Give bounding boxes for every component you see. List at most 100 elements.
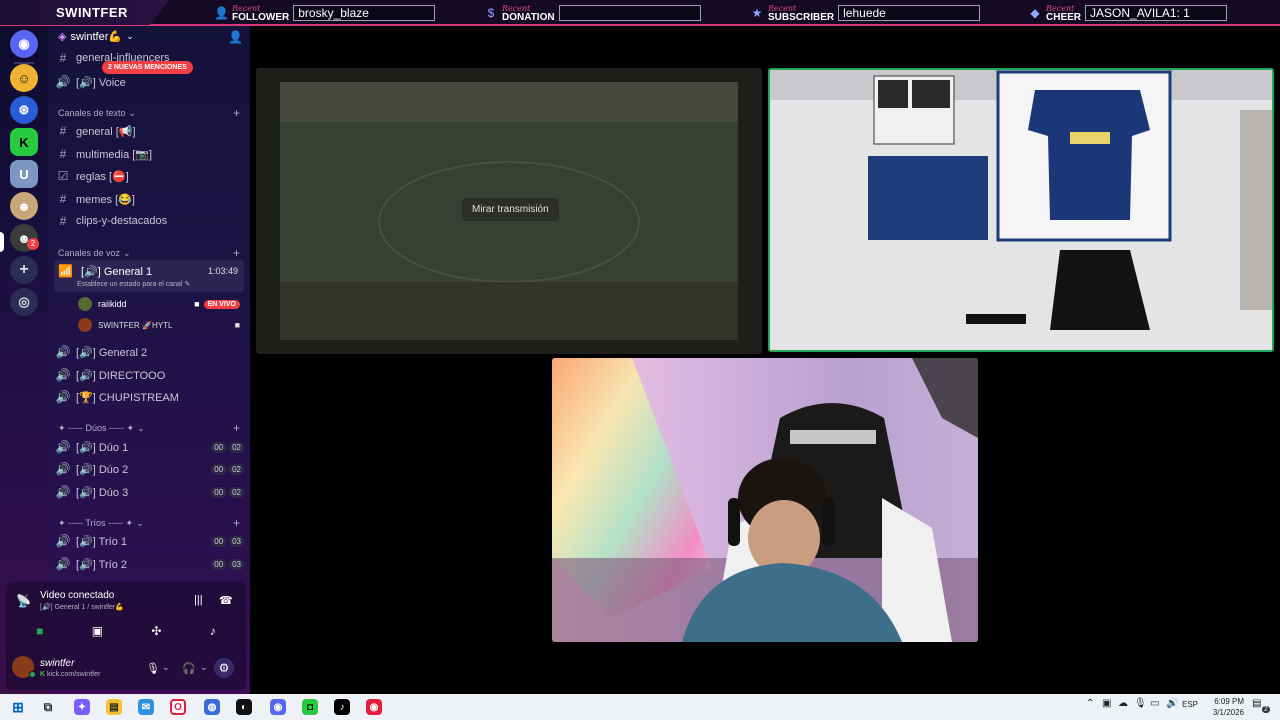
channel-general[interactable]: # general [📢] xyxy=(54,121,244,141)
channel-directooo[interactable]: 🔊 [🔊] DIRECTOOO xyxy=(54,365,244,385)
screen-share-button[interactable]: ▣ xyxy=(92,624,103,638)
channel-voice[interactable]: 🔊 [🔊] Voice xyxy=(54,72,244,92)
add-server-icon[interactable]: + xyxy=(10,256,38,284)
server-icon-ud[interactable]: U xyxy=(10,160,38,188)
channel-memes[interactable]: # memes [😂] xyxy=(54,189,244,209)
server-header[interactable]: ◈ swintfer💪 ⌄ xyxy=(58,30,134,43)
microphone-icon[interactable]: 🎙 xyxy=(1134,698,1147,709)
chevron-down-icon: ⌄ xyxy=(123,247,131,258)
category-duos[interactable]: ✦ ----- Dúos ----- ✦ ⌄ + xyxy=(58,421,244,435)
channel-label: [🔊] Trío 2 xyxy=(76,558,127,571)
active-voice-name: [🔊] General 1 xyxy=(80,265,153,278)
clock[interactable]: 6:09 PM 3/1/2026 xyxy=(1204,696,1244,718)
voice-connection-status[interactable]: Video conectado xyxy=(40,590,114,601)
server-icon-emoji[interactable]: ☺ xyxy=(10,64,38,92)
network-icon[interactable]: ▭ xyxy=(1150,698,1159,709)
overlay-cheer: ◆ Recent CHEER JASON_AVILA1: 1 xyxy=(1028,2,1228,24)
category-text-channels[interactable]: Canales de texto ⌄ + xyxy=(58,106,244,120)
app-icon[interactable]: ◉ xyxy=(366,699,382,715)
user-limit-badge: 00 02 xyxy=(211,441,244,453)
invite-user-icon[interactable]: 👤 xyxy=(228,30,243,44)
stream-tile[interactable]: Mirar transmisión xyxy=(256,68,762,354)
channel-label: [🔊] Trío 1 xyxy=(76,535,127,548)
windows-start-icon[interactable]: ⊞ xyxy=(10,699,26,715)
add-channel-icon[interactable]: + xyxy=(233,421,240,435)
chevron-down-icon[interactable]: ⌄ xyxy=(200,662,208,673)
headphones-icon[interactable]: 🎧 xyxy=(182,662,196,675)
hash-icon: # xyxy=(59,124,67,138)
noise-suppression-icon[interactable]: ||| xyxy=(194,594,203,606)
username[interactable]: swintfer xyxy=(40,658,74,669)
overlay-follower: 👤 Recent FOLLOWER brosky_blaze xyxy=(214,2,436,24)
webcam-image xyxy=(552,358,978,642)
discord-icon[interactable]: ◉ xyxy=(270,699,286,715)
channel-label: reglas [⛔] xyxy=(76,170,129,183)
channel-reglas[interactable]: ☑ reglas [⛔] xyxy=(54,166,244,186)
language-indicator[interactable]: ESP xyxy=(1182,700,1198,709)
chevron-up-icon[interactable]: ⌃ xyxy=(1086,698,1094,709)
webcam-tile-raiikidd[interactable] xyxy=(768,68,1274,352)
add-channel-icon[interactable]: + xyxy=(233,246,240,260)
discover-icon[interactable]: ◎ xyxy=(10,288,38,316)
channel-multimedia[interactable]: # multimedia [📷] xyxy=(54,144,244,164)
notification-icon[interactable]: ▤ xyxy=(1252,698,1261,709)
channel-general-2[interactable]: 🔊 [🔊] General 2 xyxy=(54,342,244,362)
settings-gear-icon[interactable]: ⚙ xyxy=(214,658,234,678)
server-icon-logo[interactable]: ⊛ xyxy=(10,96,38,124)
user-limit: 03 xyxy=(229,535,244,547)
active-voice-channel[interactable]: 📶 [🔊] General 1 1:03:49 Establece un est… xyxy=(54,260,244,292)
server-icon-person[interactable]: ☻ xyxy=(10,192,38,220)
disconnect-icon[interactable]: ☎ xyxy=(219,594,233,607)
server-notification-badge: 2 xyxy=(27,238,39,250)
file-explorer-icon[interactable]: ▤ xyxy=(106,699,122,715)
channel-status-hint[interactable]: Establece un estado para el canal ✎ xyxy=(77,280,190,288)
chevron-down-icon: ⌄ xyxy=(126,31,134,41)
category-trios[interactable]: ✦ ----- Tríos ----- ✦ ⌄ + xyxy=(58,516,244,530)
category-label: ✦ ----- Tríos ----- ✦ xyxy=(58,517,134,528)
pencil-icon: ✎ xyxy=(184,281,191,288)
channel-duo-3[interactable]: 🔊 [🔊] Dúo 3 00 02 xyxy=(54,482,244,502)
channel-duo-1[interactable]: 🔊 [🔊] Dúo 1 00 02 xyxy=(54,437,244,457)
tray-icon[interactable]: ▣ xyxy=(1102,698,1111,709)
app-icon[interactable]: ✉ xyxy=(138,699,154,715)
chevron-down-icon[interactable]: ⌄ xyxy=(162,662,170,673)
server-icon-kick[interactable]: K xyxy=(10,128,38,156)
channel-trio-1[interactable]: 🔊 [🔊] Trío 1 00 03 xyxy=(54,531,244,551)
activities-button[interactable]: ✣ xyxy=(151,624,161,638)
microphone-icon[interactable]: 🎙 xyxy=(146,662,160,675)
channel-chupistream[interactable]: 🔊 [🏆] CHUPISTREAM xyxy=(54,387,244,407)
channel-label: clips-y-destacados xyxy=(76,215,168,227)
channel-clips[interactable]: # clips-y-destacados xyxy=(54,211,244,231)
overlay-brand: SWINTFER xyxy=(0,0,170,25)
voice-member[interactable]: raiikidd ■ EN VIVO xyxy=(78,296,240,312)
subscriber-value: lehuede xyxy=(838,5,981,21)
soundboard-button[interactable]: ♪ xyxy=(210,624,216,638)
app-icon[interactable]: ◍ xyxy=(204,699,220,715)
speaker-icon: 🔊 xyxy=(55,485,71,499)
task-view-icon[interactable]: ⧉ xyxy=(40,699,56,715)
channel-label: memes [😂] xyxy=(76,193,135,206)
app-icon[interactable]: ◐ xyxy=(236,699,252,715)
discord-home-icon[interactable]: ◉ xyxy=(10,30,38,58)
category-voice-channels[interactable]: Canales de voz ⌄ + xyxy=(58,246,244,260)
opera-icon[interactable]: O xyxy=(170,699,186,715)
channel-trio-2[interactable]: 🔊 [🔊] Trío 2 00 03 xyxy=(54,554,244,574)
server-name: swintfer💪 xyxy=(70,31,123,43)
hash-icon: # xyxy=(59,51,67,65)
speaker-icon: 🔊 xyxy=(55,440,71,454)
webcam-tile-swintfer[interactable] xyxy=(552,358,978,642)
cloud-icon[interactable]: ☁ xyxy=(1118,698,1128,709)
follower-label: FOLLOWER xyxy=(232,12,290,23)
copilot-icon[interactable]: ✦ xyxy=(74,699,90,715)
watch-stream-button[interactable]: Mirar transmisión xyxy=(462,198,559,221)
voice-member[interactable]: SWINTFER 🚀HYTL ■ xyxy=(78,317,240,333)
camera-button[interactable]: ■ xyxy=(36,624,43,638)
app-icon[interactable]: ◘ xyxy=(302,699,318,715)
tiktok-icon[interactable]: ♪ xyxy=(334,699,350,715)
chevron-down-icon: ⌄ xyxy=(137,422,145,433)
channel-label: [🏆] CHUPISTREAM xyxy=(76,391,179,404)
channel-duo-2[interactable]: 🔊 [🔊] Dúo 2 00 02 xyxy=(54,459,244,479)
add-channel-icon[interactable]: + xyxy=(233,516,240,530)
add-channel-icon[interactable]: + xyxy=(233,106,240,120)
volume-icon[interactable]: 🔊 xyxy=(1166,698,1178,709)
